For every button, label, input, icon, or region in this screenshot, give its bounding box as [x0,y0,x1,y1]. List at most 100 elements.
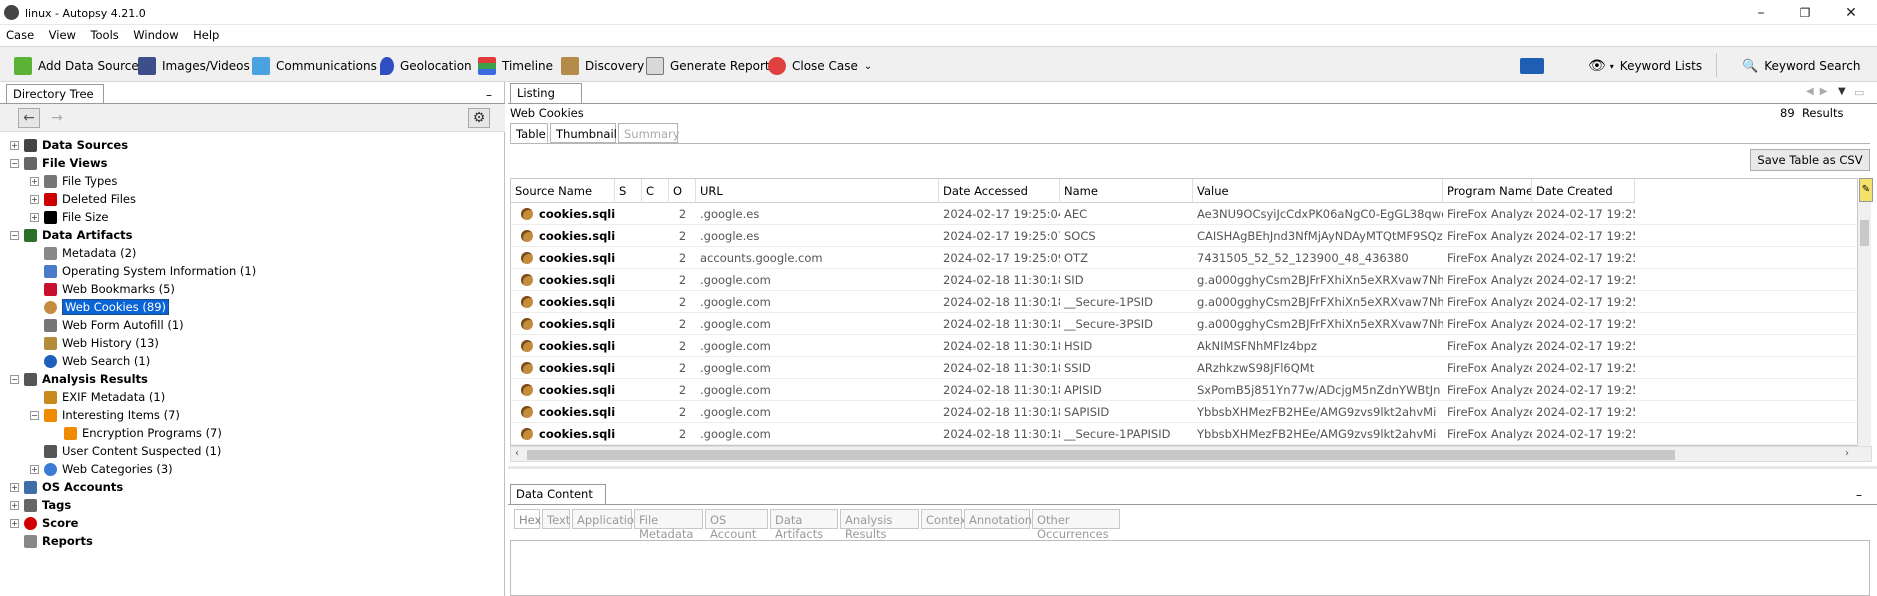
forward-arrow-icon[interactable]: → [46,108,68,128]
column-header-name[interactable]: Name [1060,179,1193,203]
scroll-left-icon[interactable]: ‹ [515,448,519,459]
tree-item[interactable]: + File Types [30,172,117,190]
tab-analysis-results[interactable]: Analysis Results [840,509,919,541]
column-header-date-accessed[interactable]: Date Accessed [939,179,1060,203]
minimize-panel-icon[interactable]: – [486,88,492,102]
tree-item[interactable]: + Web Categories (3) [30,460,173,478]
table-row[interactable]: cookies.sqlite 2 .google.es 2024-02-17 19:2… [511,203,1859,225]
tree-item[interactable]: Web Search (1) [30,352,150,370]
tree-item[interactable]: Web Bookmarks (5) [30,280,175,298]
column-header-value[interactable]: Value [1193,179,1443,203]
tab-thumbnail[interactable]: Thumbnail [550,123,617,143]
horizontal-scroll-thumb[interactable] [527,450,1675,460]
column-header-source-name[interactable]: Source Name [511,179,615,203]
tab-summary[interactable]: Summary [618,123,680,143]
menu-tools[interactable]: Tools [84,25,123,42]
tab-directory-tree[interactable]: Directory Tree [6,84,104,103]
column-header-date-created[interactable]: Date Created [1532,179,1635,203]
collapse-icon[interactable]: − [10,158,19,168]
tree-item[interactable]: + Tags [10,496,71,514]
tab-os-account[interactable]: OS Account [705,509,768,541]
generate-report-button[interactable]: Generate Report [646,55,770,77]
images-videos-button[interactable]: Images/Videos [138,55,250,77]
tree-item[interactable]: Web Form Autofill (1) [30,316,184,334]
add-data-source-button[interactable]: Add Data Source [14,55,139,77]
expand-icon[interactable]: + [10,500,19,510]
column-header-o[interactable]: O [669,179,696,203]
expand-icon[interactable]: + [30,464,39,474]
expand-icon[interactable]: + [10,140,19,150]
tab-file-metadata[interactable]: File Metadata [634,509,703,541]
communications-button[interactable]: Communications [252,55,377,77]
panel-splitter[interactable] [508,466,1877,469]
table-row[interactable]: cookies.sqlite 2 .google.com 2024-02-18 11:… [511,291,1859,313]
tab-other-occurrences[interactable]: Other Occurrences [1032,509,1120,541]
tree-item[interactable]: User Content Suspected (1) [30,442,221,460]
back-arrow-icon[interactable]: ← [18,108,40,128]
tab-application[interactable]: Application [572,509,641,529]
tree-item[interactable]: − Analysis Results [10,370,148,388]
gear-icon[interactable]: ⚙ [468,108,490,128]
collapse-icon[interactable]: − [10,374,19,384]
tree-item[interactable]: + Data Sources [10,136,128,154]
discovery-button[interactable]: Discovery [561,55,644,77]
geolocation-button[interactable]: Geolocation [380,55,472,77]
menu-view[interactable]: View [43,25,81,42]
table-row[interactable]: cookies.sqlite 2 .google.com 2024-02-18 11:… [511,357,1859,379]
restore-button[interactable]: ❐ [1790,4,1820,22]
tree-item[interactable]: − Data Artifacts [10,226,133,244]
horizontal-scrollbar[interactable]: ‹ › [510,446,1872,462]
keyword-lists-button[interactable]: 👁 ▾ Keyword Lists [1588,55,1702,77]
keyword-search-button[interactable]: 🔍 Keyword Search [1742,55,1860,77]
tab-hex[interactable]: Hex [514,509,541,529]
tree-item[interactable]: + OS Accounts [10,478,123,496]
mail-button[interactable] [1520,55,1550,77]
tab-data-content[interactable]: Data Content [510,484,606,504]
tree-item[interactable]: Metadata (2) [30,244,136,262]
table-row[interactable]: cookies.sqlite 2 .google.com 2024-02-18 11:… [511,379,1859,401]
table-row[interactable]: cookies.sqlite 2 .google.com 2024-02-18 11:… [511,269,1859,291]
timeline-button[interactable]: Timeline [478,55,553,77]
save-table-csv-button[interactable]: Save Table as CSV [1750,149,1870,171]
tab-listing[interactable]: Listing [510,83,582,103]
listing-maximize-icon[interactable]: ▭ [1854,86,1864,99]
expand-icon[interactable]: + [10,518,19,528]
table-row[interactable]: cookies.sqlite 2 .google.com 2024-02-18 11:… [511,313,1859,335]
tree-item[interactable]: − Interesting Items (7) [30,406,180,424]
collapse-icon[interactable]: − [30,410,39,420]
column-options-icon[interactable]: ✎ [1859,178,1873,202]
table-row[interactable]: cookies.sqlite 2 .google.es 2024-02-17 19:2… [511,225,1859,247]
tree-item[interactable]: Encryption Programs (7) [50,424,222,442]
tree-item[interactable]: + Score [10,514,78,532]
expand-icon[interactable]: + [30,194,39,204]
tree-item[interactable]: EXIF Metadata (1) [30,388,165,406]
tree-item[interactable]: + File Size [30,208,109,226]
minimize-data-content-icon[interactable]: – [1856,488,1862,502]
tree-item[interactable]: Operating System Information (1) [30,262,256,280]
table-row[interactable]: cookies.sqlite 2 .google.com 2024-02-18 11:… [511,335,1859,357]
scroll-right-icon[interactable]: › [1845,448,1849,459]
tree-item[interactable]: Web History (13) [30,334,159,352]
table-row[interactable]: cookies.sqlite 2 .google.com 2024-02-18 11:… [511,401,1859,423]
listing-dropdown-icon[interactable]: ▼ [1838,86,1846,97]
column-header-s[interactable]: S [615,179,642,203]
vertical-scrollbar[interactable] [1858,202,1871,446]
minimize-button[interactable]: – [1746,4,1776,22]
column-header-url[interactable]: URL [696,179,939,203]
tree-item[interactable]: + Deleted Files [30,190,136,208]
tab-table[interactable]: Table [510,123,548,143]
tab-context[interactable]: Context [921,509,971,529]
tree-item[interactable]: − File Views [10,154,107,172]
tab-text[interactable]: Text [542,509,570,529]
tree-item[interactable]: Web Cookies (89) [30,298,170,316]
expand-icon[interactable]: + [30,176,39,186]
menu-case[interactable]: Case [0,25,39,42]
collapse-icon[interactable]: − [10,230,19,240]
chevron-down-icon[interactable]: ⌄ [864,61,872,72]
vertical-scroll-thumb[interactable] [1860,220,1869,246]
close-window-button[interactable]: ✕ [1836,4,1866,22]
menu-window[interactable]: Window [127,25,183,42]
expand-icon[interactable]: + [10,482,19,492]
column-header-c[interactable]: C [642,179,669,203]
close-case-button[interactable]: Close Case ⌄ [768,55,872,77]
